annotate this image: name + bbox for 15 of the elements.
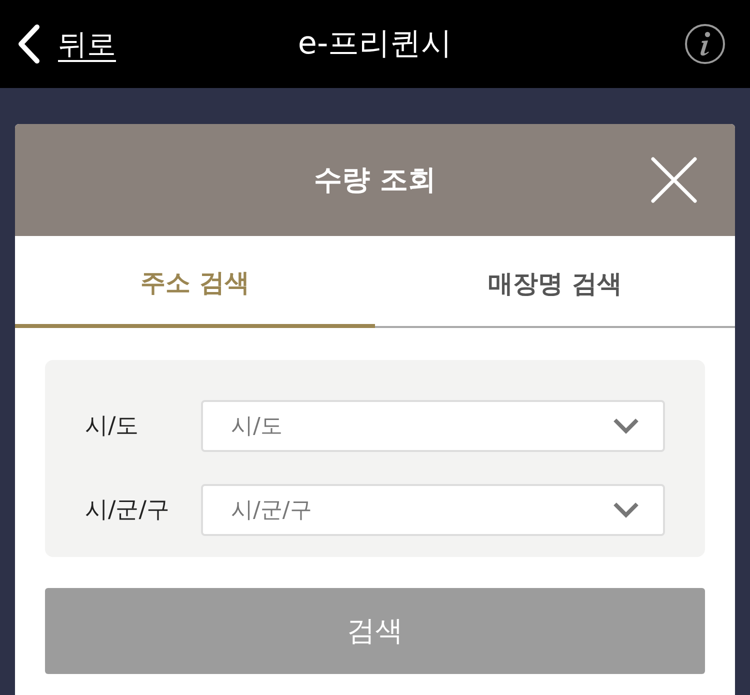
back-link[interactable]: 뒤로	[16, 24, 116, 64]
chevron-left-icon	[16, 24, 42, 64]
dropdown-field[interactable]: 시/군/구	[201, 484, 665, 536]
field-label: 시/도	[85, 412, 140, 441]
info-icon	[684, 23, 726, 65]
info-button[interactable]	[684, 23, 726, 65]
dropdown-field[interactable]: 시/도	[201, 400, 665, 452]
chevron-down-icon	[613, 502, 639, 518]
modal-title: 수량 조회	[314, 166, 436, 194]
field-label: 시/군/구	[85, 496, 170, 525]
app-title: e-프리퀸시	[298, 28, 452, 60]
chevron-down-icon	[613, 418, 639, 434]
close-icon	[651, 157, 697, 203]
search-button[interactable]: 검색	[45, 588, 705, 674]
close-button[interactable]	[651, 157, 697, 203]
